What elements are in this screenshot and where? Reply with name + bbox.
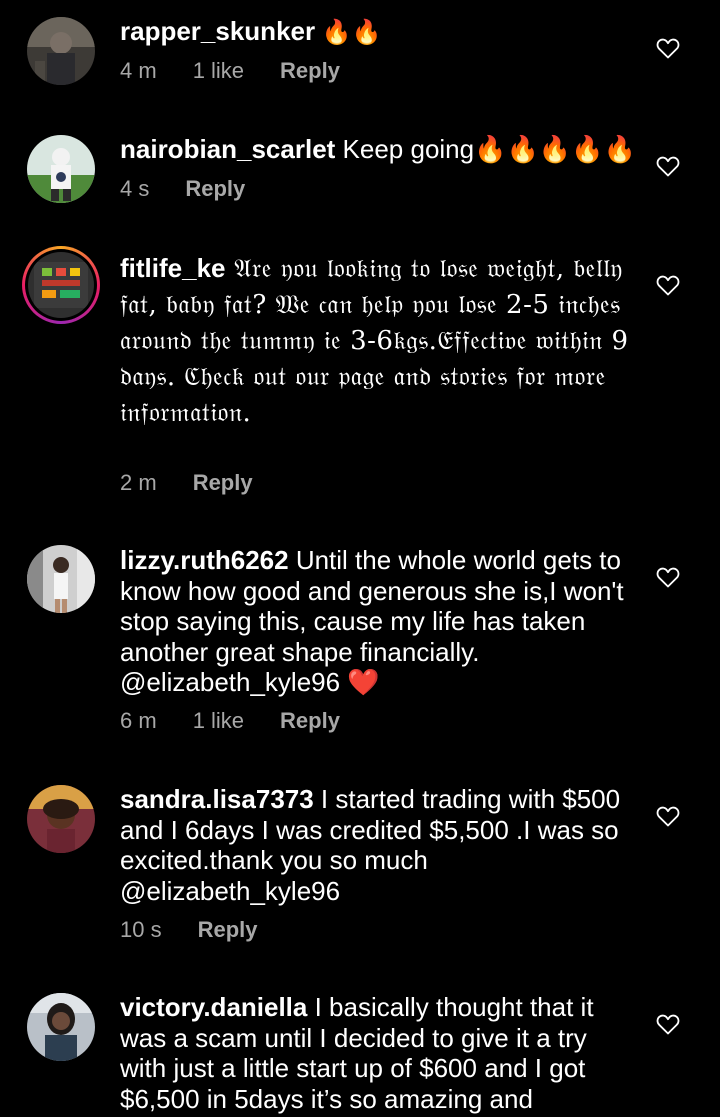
comment-username[interactable]: fitlife_ke [120,253,226,283]
comment-meta: 10 s Reply [120,917,294,943]
avatar[interactable] [27,17,95,85]
comment-username[interactable]: nairobian_scarlet [120,134,335,164]
comment-text: victory.daniella I basically thought tha… [120,992,640,1114]
heart-outline-icon[interactable] [656,1013,680,1035]
comment-time: 4 m [120,58,157,83]
reply-button[interactable]: Reply [280,58,340,84]
avatar-image [27,993,95,1061]
comment-username[interactable]: lizzy.ruth6262 [120,545,289,575]
comment-body: 🔥🔥 [315,19,382,46]
comment-text: sandra.lisa7373 I started trading with $… [120,784,640,906]
comment-text: rapper_skunker 🔥🔥 [120,16,640,49]
reply-button[interactable]: Reply [193,470,253,496]
heart-outline-icon[interactable] [656,566,680,588]
avatar-image [27,785,95,853]
comment-text: nairobian_scarlet Keep going🔥🔥🔥🔥🔥 [120,134,640,165]
comment-username[interactable]: victory.daniella [120,992,307,1022]
heart-outline-icon[interactable] [656,155,680,177]
comment-username[interactable]: rapper_skunker [120,16,315,46]
comment-text: fitlife_ke 𝔄𝔯𝔢 𝔶𝔬𝔲 𝔩𝔬𝔬𝔨𝔦𝔫𝔤 𝔱𝔬 𝔩𝔬𝔰𝔢 𝔴𝔢𝔦𝔤𝔥… [120,251,640,431]
avatar-image [27,135,95,203]
comment-time: 10 s [120,917,162,942]
avatar[interactable] [27,545,95,613]
comment-likes[interactable]: 1 like [193,58,244,84]
avatar-image [28,252,94,318]
avatar[interactable] [27,785,95,853]
comment-meta: 4 m 1 like Reply [120,58,376,84]
comment-meta: 4 s Reply [120,176,281,202]
comment-meta: 2 m Reply [120,470,289,496]
avatar[interactable] [27,135,95,203]
heart-outline-icon[interactable] [656,805,680,827]
comment-time: 2 m [120,470,157,495]
reply-button[interactable]: Reply [280,708,340,734]
comment-text: lizzy.ruth6262 Until the whole world get… [120,545,640,698]
heart-outline-icon[interactable] [656,37,680,59]
comment-time: 6 m [120,708,157,733]
comment-likes[interactable]: 1 like [193,708,244,734]
reply-button[interactable]: Reply [185,176,245,202]
heart-outline-icon[interactable] [656,274,680,296]
avatar-image [27,545,95,613]
comment-meta: 6 m 1 like Reply [120,708,376,734]
avatar[interactable] [27,993,95,1061]
avatar-story-ring[interactable] [22,246,100,324]
reply-button[interactable]: Reply [198,917,258,943]
comment-body: Keep going🔥🔥🔥🔥🔥 [335,134,636,164]
comment-time: 4 s [120,176,150,201]
comment-username[interactable]: sandra.lisa7373 [120,784,314,814]
avatar-image [27,17,95,85]
